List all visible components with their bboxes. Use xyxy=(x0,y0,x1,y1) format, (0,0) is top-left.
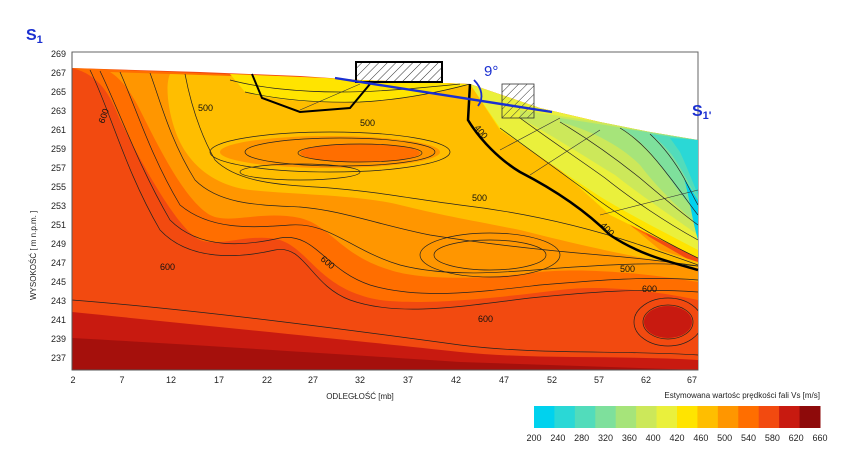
legend-tick-label: 540 xyxy=(741,433,756,443)
contour-label: 500 xyxy=(198,103,213,113)
x-tick-label: 27 xyxy=(308,375,318,385)
y-tick-label: 239 xyxy=(51,334,66,344)
y-tick-label: 245 xyxy=(51,277,66,287)
legend-swatch xyxy=(758,406,780,428)
legend-swatch xyxy=(615,406,637,428)
y-tick-label: 249 xyxy=(51,239,66,249)
y-tick-label: 265 xyxy=(51,87,66,97)
x-axis-label: ODLEGŁOŚĆ [mb] xyxy=(326,392,394,401)
x-tick-label: 7 xyxy=(119,375,124,385)
legend-swatch xyxy=(636,406,658,428)
y-tick-label: 263 xyxy=(51,106,66,116)
legend-swatch xyxy=(677,406,698,428)
legend-tick-label: 280 xyxy=(574,433,589,443)
legend-swatch xyxy=(595,406,617,428)
x-tick-label: 32 xyxy=(355,375,365,385)
foundation-block xyxy=(355,61,443,83)
legend-swatch xyxy=(717,406,739,428)
x-tick-label: 57 xyxy=(594,375,604,385)
y-tick-label: 267 xyxy=(51,68,66,78)
x-tick-label: 42 xyxy=(451,375,461,385)
x-tick-label: 47 xyxy=(499,375,509,385)
contour-label: 500 xyxy=(620,264,635,274)
x-tick-label: 62 xyxy=(641,375,651,385)
borehole-marker xyxy=(501,83,535,119)
color-legend: Estymowana wartośc prędkości fali Vs [m/… xyxy=(526,391,827,443)
contour-label: 600 xyxy=(642,284,657,294)
x-axis: 2 7 12 17 22 27 32 37 42 47 52 57 62 67 … xyxy=(70,369,698,401)
contour-label: 500 xyxy=(472,193,487,203)
section-label-left: S1 xyxy=(26,27,43,46)
legend-swatch xyxy=(656,406,678,428)
legend-swatch xyxy=(738,406,760,428)
legend-tick-label: 320 xyxy=(598,433,613,443)
legend-title: Estymowana wartośc prędkości fali Vs [m/… xyxy=(664,391,820,400)
legend-swatch xyxy=(574,406,596,428)
legend-tick-label: 580 xyxy=(765,433,780,443)
y-tick-label: 253 xyxy=(51,201,66,211)
y-tick-label: 261 xyxy=(51,125,66,135)
legend-swatch xyxy=(554,406,576,428)
x-tick-label: 22 xyxy=(262,375,272,385)
legend-tick-label: 420 xyxy=(669,433,684,443)
section-label-right: S1' xyxy=(692,103,712,122)
contour-label: 500 xyxy=(360,118,375,128)
contour-label: 600 xyxy=(160,262,175,272)
y-tick-label: 269 xyxy=(51,49,66,59)
y-axis: 269 267 265 263 261 259 257 255 253 251 … xyxy=(29,49,73,370)
legend-swatch xyxy=(697,406,719,428)
legend-tick-label: 360 xyxy=(622,433,637,443)
y-tick-label: 255 xyxy=(51,182,66,192)
legend-swatches xyxy=(534,406,821,428)
contour-label: 600 xyxy=(478,314,493,324)
legend-tick-label: 460 xyxy=(693,433,708,443)
legend-tick-label: 400 xyxy=(646,433,661,443)
y-axis-label: WYSOKOŚĆ [ m n.p.m. ] xyxy=(29,211,38,300)
y-tick-label: 237 xyxy=(51,353,66,363)
legend-tick-labels: 200 240 280 320 360 400 420 460 500 540 580 620 660 xyxy=(526,433,827,443)
x-tick-label: 37 xyxy=(403,375,413,385)
y-tick-label: 251 xyxy=(51,220,66,230)
x-tick-label: 2 xyxy=(70,375,75,385)
y-tick-label: 241 xyxy=(51,315,66,325)
x-tick-label: 67 xyxy=(687,375,697,385)
x-tick-label: 17 xyxy=(214,375,224,385)
dip-angle-label: 9° xyxy=(484,63,498,80)
y-tick-label: 259 xyxy=(51,144,66,154)
y-tick-label: 257 xyxy=(51,163,66,173)
legend-swatch xyxy=(534,406,555,428)
legend-tick-label: 660 xyxy=(812,433,827,443)
legend-tick-label: 240 xyxy=(550,433,565,443)
y-tick-label: 247 xyxy=(51,258,66,268)
legend-swatch xyxy=(779,406,801,428)
x-tick-label: 52 xyxy=(547,375,557,385)
x-tick-label: 12 xyxy=(166,375,176,385)
legend-tick-label: 500 xyxy=(717,433,732,443)
seismic-section-figure: 9° 600 500 500 400 500 600 600 400 500 6… xyxy=(26,27,828,443)
legend-tick-label: 200 xyxy=(526,433,541,443)
legend-tick-label: 620 xyxy=(789,433,804,443)
legend-swatch xyxy=(799,406,821,428)
y-tick-label: 243 xyxy=(51,296,66,306)
